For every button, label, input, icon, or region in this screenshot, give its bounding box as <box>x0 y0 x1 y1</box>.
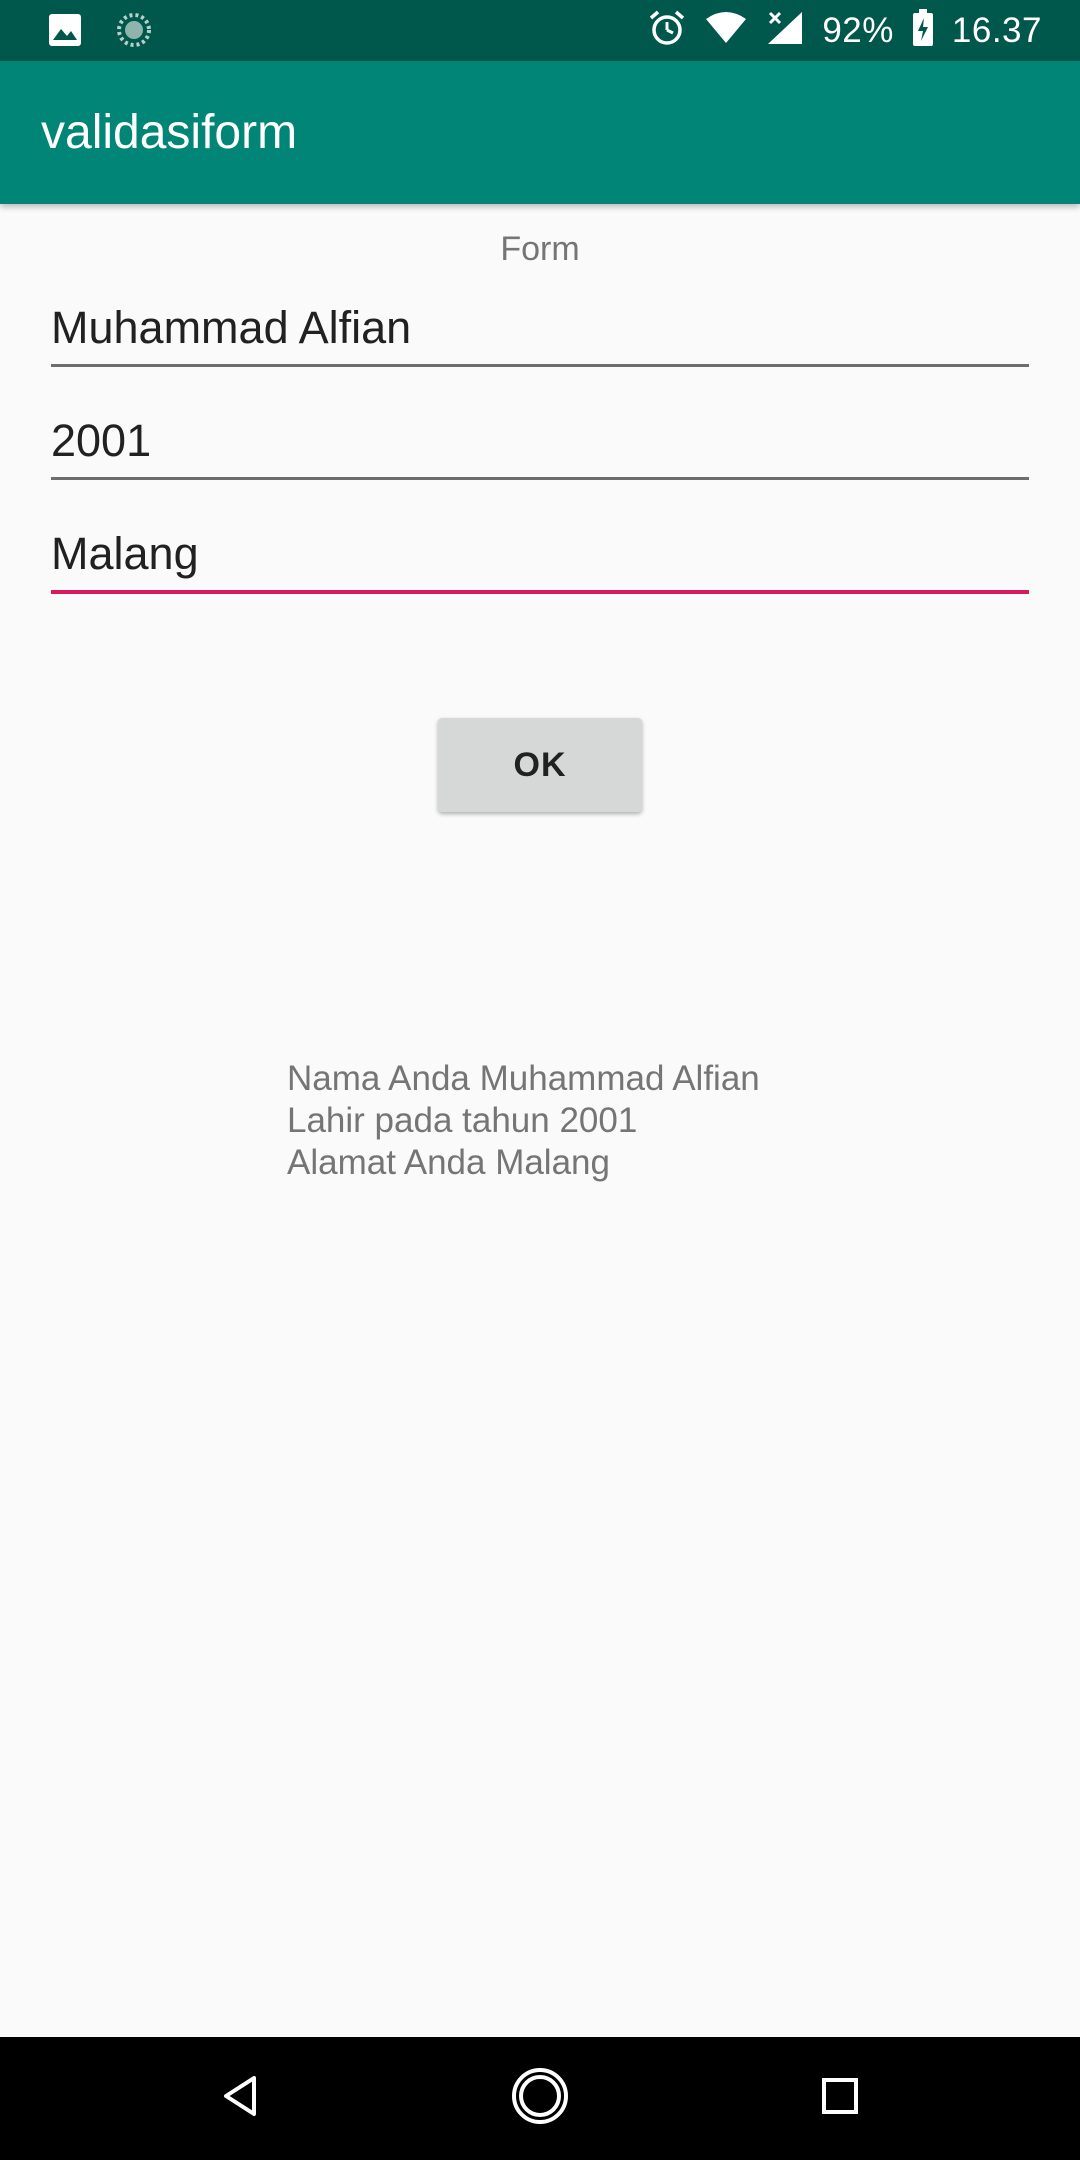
year-field[interactable]: 2001 <box>51 400 1029 480</box>
recent-apps-icon <box>820 2076 860 2121</box>
result-name-line: Nama Anda Muhammad Alfian <box>287 1059 760 1098</box>
address-field[interactable]: Malang <box>51 514 1029 594</box>
name-field-value: Muhammad Alfian <box>51 302 412 353</box>
form-label: Form <box>500 230 580 268</box>
status-left <box>48 12 152 53</box>
app-bar: validasiform <box>0 61 1080 204</box>
result-year-line: Lahir pada tahun 2001 <box>287 1101 638 1140</box>
image-icon <box>48 13 82 52</box>
result-output: Nama Anda Muhammad Alfian Lahir pada tah… <box>287 1058 760 1184</box>
status-right: 92% 16.37 <box>648 0 1042 61</box>
back-icon <box>220 2074 260 2123</box>
wifi-icon <box>704 11 748 50</box>
battery-icon <box>912 9 934 52</box>
year-field-value: 2001 <box>51 415 152 466</box>
alarm-icon <box>648 9 686 52</box>
home-button[interactable] <box>500 2037 580 2160</box>
clock: 16.37 <box>951 10 1042 50</box>
name-field[interactable]: Muhammad Alfian <box>51 287 1029 367</box>
app-title: validasiform <box>41 106 298 159</box>
loading-icon <box>116 12 152 53</box>
navigation-bar <box>0 2037 1080 2160</box>
recent-apps-button[interactable] <box>800 2037 880 2160</box>
address-field-value: Malang <box>51 528 199 579</box>
status-bar: 92% 16.37 <box>0 0 1080 61</box>
back-button[interactable] <box>200 2037 280 2160</box>
screen: 92% 16.37 validasiform Form Muhammad Alf… <box>0 0 1080 2160</box>
signal-icon <box>766 10 804 51</box>
result-address-line: Alamat Anda Malang <box>287 1143 610 1182</box>
battery-percent: 92% <box>822 10 894 50</box>
home-icon <box>510 2066 570 2131</box>
ok-button[interactable]: OK <box>438 718 642 812</box>
